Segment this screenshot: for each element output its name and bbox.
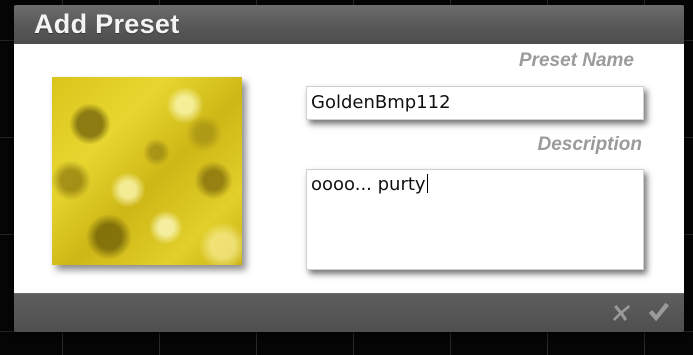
confirm-button[interactable]	[646, 299, 670, 325]
description-value: oooo... purty	[311, 174, 426, 195]
preset-name-label: Preset Name	[518, 50, 634, 71]
screen: Add Preset Preset Name GoldenBmp112 Desc…	[0, 0, 693, 355]
footer-actions	[608, 299, 670, 325]
dialog-title-bar[interactable]: Add Preset	[14, 5, 684, 45]
dialog-title: Add Preset	[34, 9, 180, 39]
close-x-icon	[613, 305, 630, 321]
dialog-footer	[14, 293, 684, 332]
preset-name-value: GoldenBmp112	[311, 92, 451, 113]
preset-name-input[interactable]: GoldenBmp112	[306, 86, 644, 120]
text-caret	[426, 174, 428, 193]
checkmark-icon	[648, 302, 670, 322]
cancel-button[interactable]	[608, 299, 632, 325]
description-label: Description	[537, 134, 642, 155]
add-preset-dialog: Add Preset Preset Name GoldenBmp112 Desc…	[14, 5, 684, 332]
description-textarea[interactable]: oooo... purty	[306, 169, 644, 270]
preset-texture-preview	[52, 77, 242, 265]
dialog-content: Preset Name GoldenBmp112 Description ooo…	[14, 44, 684, 294]
